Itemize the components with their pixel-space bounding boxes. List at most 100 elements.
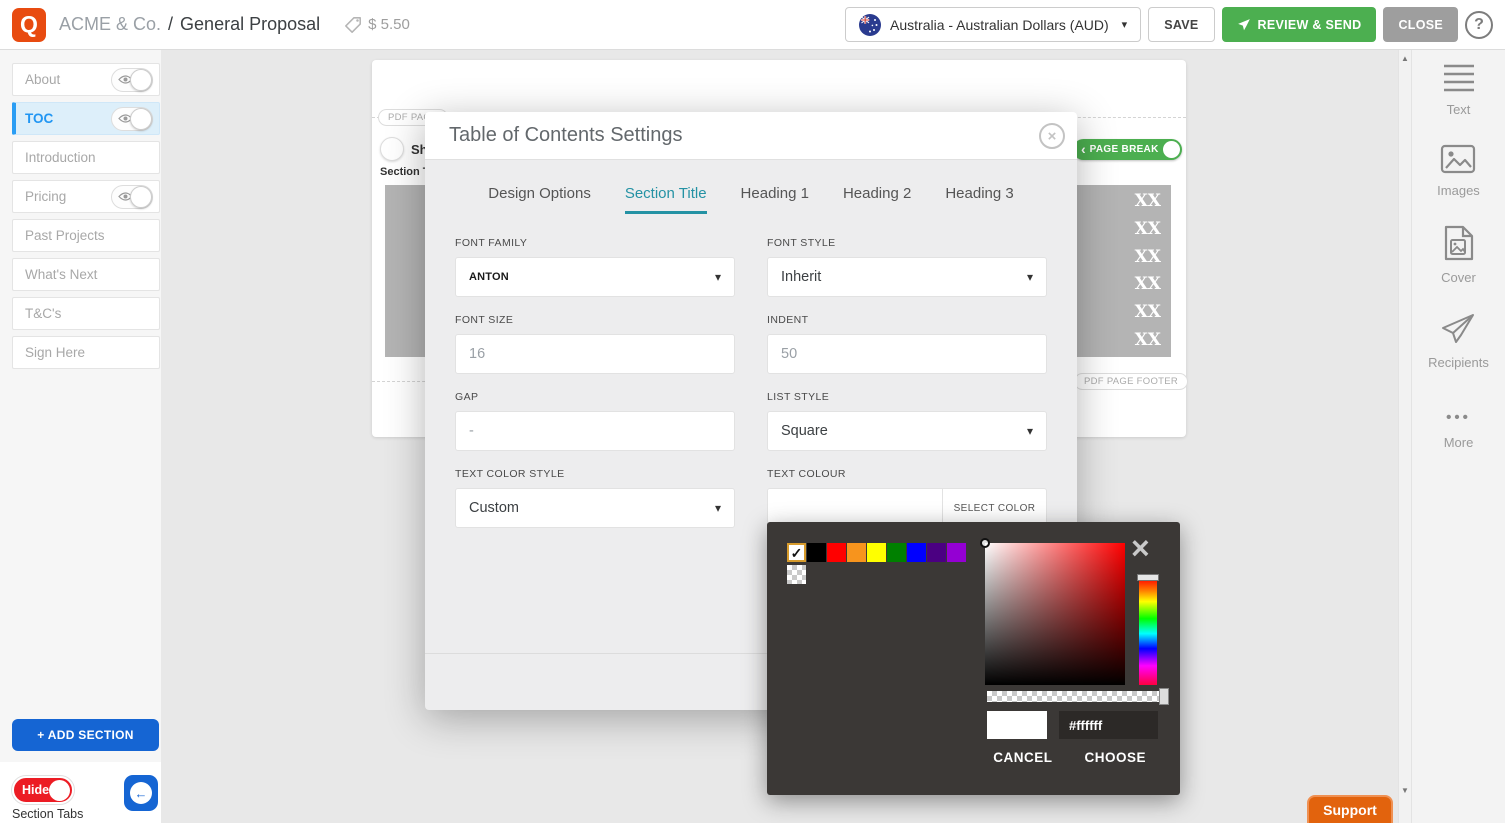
tab-heading-3[interactable]: Heading 3: [945, 185, 1013, 214]
section-tabs-panel: About TOC Introduction Pricing Past Proj…: [0, 50, 161, 823]
swatch-green[interactable]: [887, 543, 906, 562]
section-title-caption: Section T: [380, 166, 430, 178]
scroll-up-arrow-icon[interactable]: ▲: [1399, 54, 1411, 63]
preset-swatches: ✓: [787, 543, 966, 562]
tab-section-title[interactable]: Section Title: [625, 185, 707, 214]
help-icon[interactable]: ?: [1465, 11, 1493, 39]
close-document-button[interactable]: CLOSE: [1383, 7, 1458, 42]
tab-design-options[interactable]: Design Options: [488, 185, 591, 214]
swatch-red[interactable]: [827, 543, 846, 562]
tool-images[interactable]: Images: [1437, 144, 1480, 198]
chevron-down-icon: ▾: [1027, 270, 1033, 284]
sidebar-item-past-projects[interactable]: Past Projects: [12, 219, 160, 252]
arrow-left-icon: ←: [130, 782, 152, 804]
breadcrumb-separator: /: [168, 14, 173, 35]
swatch-yellow[interactable]: [867, 543, 886, 562]
recipients-icon: [1439, 312, 1477, 346]
tools-panel: Text Images Cover Recipients ••• More: [1412, 50, 1505, 823]
modal-header: Table of Contents Settings ×: [425, 112, 1077, 160]
currency-dropdown[interactable]: Australia - Australian Dollars (AUD) ▾: [845, 7, 1141, 42]
gap-label: GAP: [455, 390, 735, 404]
font-size-field[interactable]: [455, 334, 735, 374]
sidebar-item-label: T&C's: [25, 306, 61, 321]
font-style-value: Inherit: [781, 269, 821, 285]
hue-slider[interactable]: [1139, 578, 1157, 685]
sidebar-item-label: Introduction: [25, 150, 96, 165]
tool-text[interactable]: Text: [1442, 63, 1476, 117]
font-family-select[interactable]: ANTON ▾: [455, 257, 735, 297]
australia-flag-icon: [859, 14, 881, 36]
tool-label: Recipients: [1428, 355, 1489, 370]
support-button[interactable]: Support: [1307, 795, 1393, 823]
tab-heading-2[interactable]: Heading 2: [843, 185, 911, 214]
modal-close-icon[interactable]: ×: [1039, 123, 1065, 149]
swatch-transparent[interactable]: [787, 565, 806, 584]
gap-field[interactable]: [455, 411, 735, 451]
sidebar-item-introduction[interactable]: Introduction: [12, 141, 160, 174]
font-style-select[interactable]: Inherit ▾: [767, 257, 1047, 297]
vertical-scrollbar[interactable]: ▲ ▼: [1398, 50, 1412, 823]
visibility-toggle[interactable]: [111, 68, 153, 92]
alpha-slider[interactable]: [987, 691, 1165, 702]
alpha-slider-handle[interactable]: [1159, 688, 1169, 705]
add-section-button[interactable]: + ADD SECTION: [12, 719, 159, 751]
hue-slider-handle[interactable]: [1137, 574, 1159, 581]
sidebar-item-label: Pricing: [25, 189, 66, 204]
document-title[interactable]: General Proposal: [180, 14, 320, 35]
chevron-left-icon: ‹: [1081, 142, 1086, 156]
page-break-label: PAGE BREAK: [1090, 144, 1159, 155]
text-color-style-select[interactable]: Custom ▾: [455, 488, 735, 528]
saturation-gradient-area[interactable]: [985, 543, 1125, 685]
modal-title: Table of Contents Settings: [449, 124, 682, 147]
save-button[interactable]: SAVE: [1148, 7, 1214, 42]
indent-field[interactable]: [767, 334, 1047, 374]
collapse-panel-button[interactable]: ←: [124, 775, 158, 811]
sidebar-item-label: What's Next: [25, 267, 97, 282]
toggle-knob: [130, 186, 152, 208]
gradient-marker[interactable]: [980, 538, 990, 548]
chevron-down-icon: ▾: [715, 270, 721, 284]
swatch-orange[interactable]: [847, 543, 866, 562]
sidebar-item-toc[interactable]: TOC: [12, 102, 160, 135]
app-logo[interactable]: Q: [12, 8, 46, 42]
visibility-toggle[interactable]: [111, 185, 153, 209]
hide-section-tabs-toggle[interactable]: Hide: [12, 776, 74, 804]
gap-input[interactable]: [469, 423, 721, 439]
modal-form: FONT FAMILY ANTON ▾ FONT STYLE Inherit ▾…: [425, 236, 1077, 544]
cancel-button[interactable]: CANCEL: [993, 750, 1052, 765]
text-color-style-value: Custom: [469, 500, 519, 516]
tool-recipients[interactable]: Recipients: [1428, 312, 1489, 370]
swatch-black[interactable]: [807, 543, 826, 562]
price-tag: $ 5.50: [344, 16, 410, 34]
brand-name: ACME & Co.: [59, 14, 161, 35]
tool-more[interactable]: ••• More: [1444, 409, 1474, 450]
sidebar-item-sign-here[interactable]: Sign Here: [12, 336, 160, 369]
font-size-input[interactable]: [469, 346, 721, 362]
page-break-toggle[interactable]: ‹ PAGE BREAK: [1073, 139, 1182, 160]
choose-button[interactable]: CHOOSE: [1084, 750, 1146, 765]
review-send-label: REVIEW & SEND: [1258, 18, 1362, 32]
indent-input[interactable]: [781, 346, 1033, 362]
scroll-down-arrow-icon[interactable]: ▼: [1399, 786, 1411, 795]
tool-cover[interactable]: Cover: [1441, 225, 1476, 285]
sidebar-item-about[interactable]: About: [12, 63, 160, 96]
select-color-button[interactable]: SELECT COLOR: [943, 503, 1046, 514]
font-family-label: FONT FAMILY: [455, 236, 735, 250]
sidebar-item-whats-next[interactable]: What's Next: [12, 258, 160, 291]
review-send-button[interactable]: REVIEW & SEND: [1222, 7, 1377, 42]
sidebar-item-tcs[interactable]: T&C's: [12, 297, 160, 330]
sidebar-item-pricing[interactable]: Pricing: [12, 180, 160, 213]
font-style-label: FONT STYLE: [767, 236, 1047, 250]
chevron-down-icon: ▾: [715, 501, 721, 515]
hide-toggle-label: Hide: [22, 783, 49, 797]
swatch-white[interactable]: ✓: [787, 543, 806, 562]
swatch-blue[interactable]: [907, 543, 926, 562]
images-icon: [1440, 144, 1476, 174]
tab-heading-1[interactable]: Heading 1: [741, 185, 809, 214]
hex-color-input[interactable]: [1059, 711, 1158, 739]
picker-close-icon[interactable]: ×: [1131, 532, 1150, 564]
swatch-indigo[interactable]: [927, 543, 946, 562]
list-style-select[interactable]: Square ▾: [767, 411, 1047, 451]
swatch-purple[interactable]: [947, 543, 966, 562]
visibility-toggle[interactable]: [111, 107, 153, 131]
